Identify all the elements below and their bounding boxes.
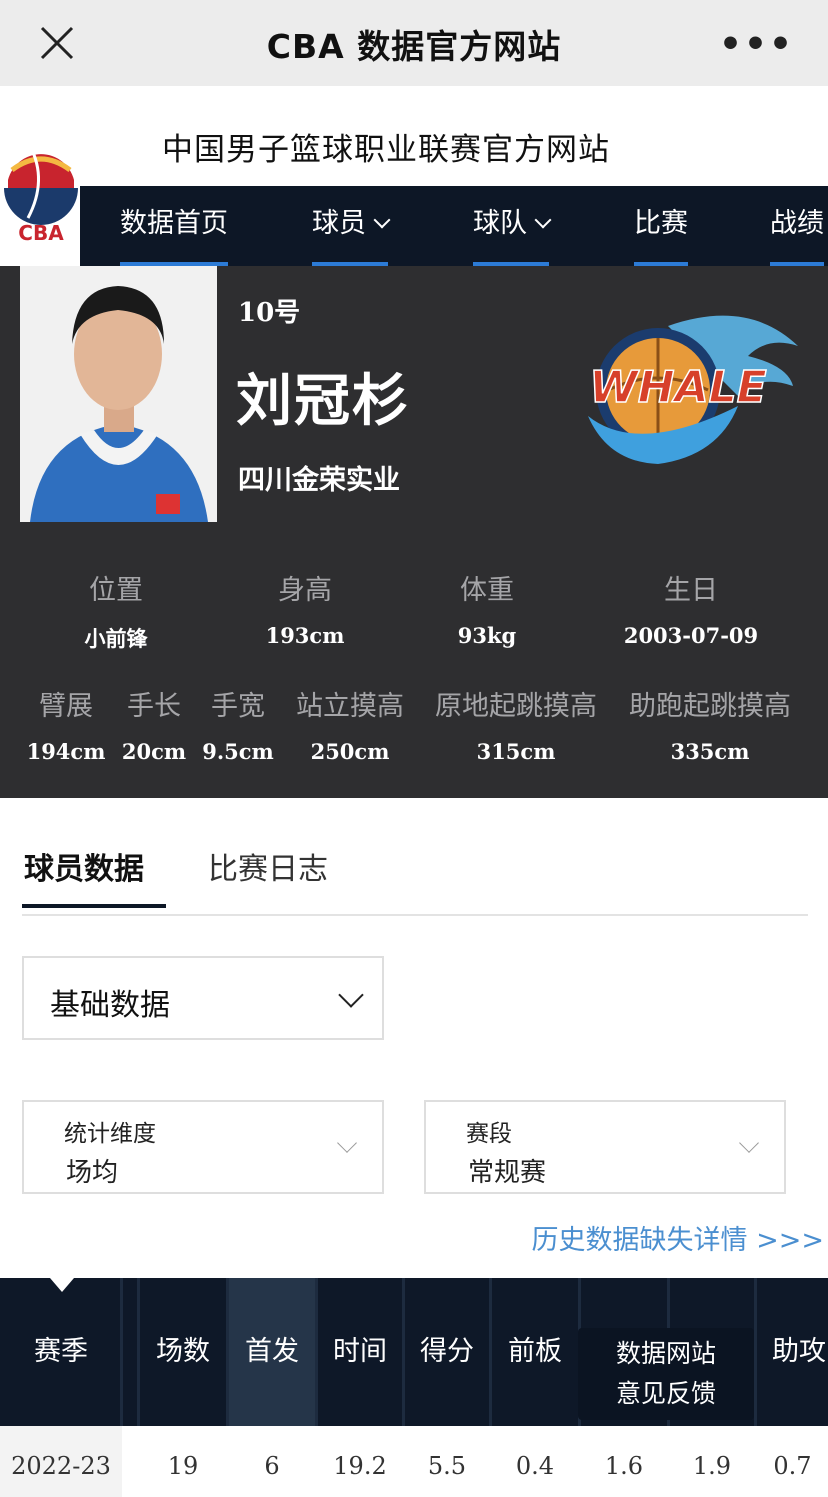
active-tab-indicator: [22, 904, 166, 908]
nav-item-data-home[interactable]: 数据首页: [120, 186, 228, 266]
attr-label: 手长: [127, 691, 181, 722]
attr-wingspan: 臂展 194cm: [26, 684, 106, 764]
table-row: 2022-23 19 6 19.2 5.5 0.4 1.6 1.9 0.7: [0, 1426, 828, 1497]
attr-weight: 体重 93kg: [427, 568, 547, 648]
chevron-down-icon: [739, 1133, 759, 1153]
column-header-points[interactable]: 得分: [405, 1278, 489, 1426]
cell-off-rebounds: 0.4: [515, 1452, 555, 1480]
nav-item-label: 比赛: [634, 208, 688, 239]
nav-item-label: 战绩: [770, 208, 824, 239]
more-options-icon[interactable]: •••: [719, 24, 794, 65]
cell-games: 19: [167, 1452, 199, 1480]
nav-item-standings[interactable]: 战绩: [770, 186, 824, 266]
tab-player-stats[interactable]: 球员数据: [24, 844, 144, 888]
attr-value: 9.5cm: [202, 739, 274, 764]
attr-label: 助跑起跳摸高: [629, 691, 791, 722]
app-top-bar: CBA 数据官方网站 •••: [0, 0, 828, 86]
player-profile-panel: 10号 刘冠杉 四川金荣实业 WHALE 位置 小前锋 身高 193cm 体重 …: [0, 266, 828, 798]
attr-birthday: 生日 2003-07-09: [611, 568, 771, 648]
column-header-games[interactable]: 场数: [140, 1278, 226, 1426]
season-stage-select[interactable]: 赛段 常规赛: [424, 1100, 786, 1194]
cell-def-rebounds: 1.6: [604, 1452, 644, 1480]
filter-value: 场均: [66, 1158, 119, 1188]
player-team[interactable]: 四川金荣实业: [238, 458, 400, 497]
attr-value: 2003-07-09: [623, 623, 759, 648]
attr-value: 194cm: [26, 739, 106, 764]
player-photo: [20, 266, 217, 522]
window-title: CBA 数据官方网站: [266, 27, 562, 66]
attr-hand-length: 手长 20cm: [114, 684, 194, 764]
attr-value: 193cm: [265, 623, 345, 648]
chevron-down-icon: [373, 211, 391, 229]
player-number: 10号: [238, 298, 301, 328]
attr-value: 250cm: [310, 739, 390, 764]
site-name: 中国男子篮球职业联赛官方网站: [162, 132, 610, 168]
attr-value: 小前锋: [84, 626, 148, 651]
nav-item-label: 球员: [312, 208, 366, 239]
attr-value: 335cm: [670, 739, 750, 764]
attr-label: 生日: [664, 575, 718, 606]
attr-label: 站立摸高: [296, 691, 404, 722]
chevron-down-icon: [338, 982, 364, 1008]
data-type-select[interactable]: 基础数据: [22, 956, 384, 1040]
filter-caption: 统计维度: [64, 1121, 156, 1147]
attr-label: 臂展: [39, 691, 93, 722]
filter-caption: 赛段: [466, 1121, 512, 1147]
attr-label: 原地起跳摸高: [435, 691, 597, 722]
data-tabs: 球员数据 比赛日志: [22, 836, 808, 916]
attr-standing-reach: 站立摸高 250cm: [288, 684, 412, 764]
cell-minutes: 19.2: [333, 1452, 387, 1480]
team-logo[interactable]: WHALE: [548, 306, 808, 476]
chevron-down-icon: [337, 1133, 357, 1153]
column-divider: [120, 1278, 123, 1426]
attr-label: 位置: [89, 575, 143, 606]
cell-assists: 0.7: [773, 1452, 812, 1480]
chevron-down-icon: [534, 211, 552, 229]
nav-item-teams[interactable]: 球队: [473, 186, 552, 266]
attr-hand-width: 手宽 9.5cm: [198, 684, 278, 764]
nav-item-players[interactable]: 球员: [312, 186, 391, 266]
attr-value: 315cm: [476, 739, 556, 764]
attr-position: 位置 小前锋: [56, 568, 176, 653]
attr-height: 身高 193cm: [245, 568, 365, 648]
attr-running-vertical-reach: 助跑起跳摸高 335cm: [620, 684, 800, 764]
feedback-label-line2: 意见反馈: [615, 1379, 716, 1408]
attr-label: 手宽: [211, 691, 265, 722]
attr-value: 20cm: [121, 739, 187, 764]
cell-starts: 6: [264, 1452, 280, 1480]
cell-season: 2022-23: [0, 1426, 122, 1497]
attr-label: 身高: [278, 575, 332, 606]
svg-text:WHALE: WHALE: [589, 362, 767, 413]
logo-text: CBA: [18, 221, 64, 245]
feedback-label-line1: 数据网站: [615, 1339, 716, 1368]
nav-item-games[interactable]: 比赛: [634, 186, 688, 266]
column-header-starts[interactable]: 首发: [229, 1278, 315, 1426]
nav-item-label: 球队: [473, 208, 527, 239]
cba-logo[interactable]: CBA: [0, 140, 82, 250]
cell-points: 5.5: [427, 1452, 467, 1480]
attr-value: 93kg: [457, 623, 517, 648]
sort-indicator: [50, 1278, 74, 1292]
column-header-assists[interactable]: 助攻: [757, 1278, 828, 1426]
data-type-value: 基础数据: [50, 988, 170, 1023]
attr-standing-vertical-reach: 原地起跳摸高 315cm: [426, 684, 606, 764]
history-data-link[interactable]: 历史数据缺失详情 >>>: [532, 1218, 824, 1257]
attr-label: 体重: [460, 575, 514, 606]
player-name: 刘冠杉: [236, 369, 410, 434]
column-header-off-rebounds[interactable]: 前板: [492, 1278, 578, 1426]
column-header-minutes[interactable]: 时间: [318, 1278, 402, 1426]
feedback-button[interactable]: 数据网站 意见反馈: [578, 1328, 754, 1420]
filter-value: 常规赛: [468, 1158, 547, 1188]
tab-game-log[interactable]: 比赛日志: [208, 844, 328, 888]
main-nav: 数据首页 球员 球队 比赛 战绩: [80, 186, 828, 266]
cell-rebounds: 1.9: [692, 1452, 732, 1480]
stat-dimension-select[interactable]: 统计维度 场均: [22, 1100, 384, 1194]
column-header-season[interactable]: 赛季: [0, 1278, 122, 1426]
nav-item-label: 数据首页: [120, 208, 228, 239]
